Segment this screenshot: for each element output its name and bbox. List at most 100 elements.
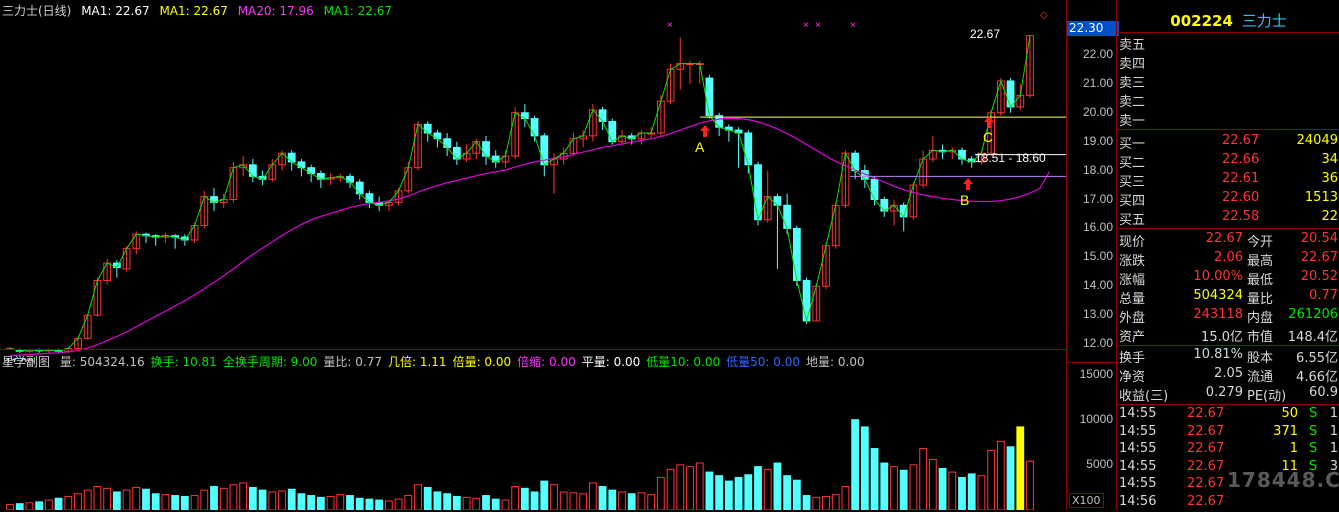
candle bbox=[365, 193, 374, 203]
tick-volume: 371 bbox=[1273, 423, 1298, 439]
volume-bar bbox=[287, 488, 296, 510]
volume-bar bbox=[219, 487, 228, 510]
volume-bar bbox=[268, 491, 277, 510]
stat-label: 总量 bbox=[1119, 292, 1146, 307]
volume-bar bbox=[637, 492, 646, 510]
peak-price-label: 22.67 bbox=[970, 27, 1000, 41]
indicator-value: 全换手周期: 9.00 bbox=[222, 355, 318, 369]
volume-bar bbox=[754, 466, 762, 510]
volume-bar bbox=[656, 476, 665, 510]
candle bbox=[598, 109, 607, 122]
tick-row: 14:55 22.67 50 S 1 bbox=[1117, 406, 1339, 424]
volume-bar bbox=[161, 494, 170, 510]
stat-value: 20.54 bbox=[1300, 231, 1338, 246]
indicator-value: 平量: 0.00 bbox=[581, 355, 641, 369]
volume-tick: 15000 bbox=[1079, 366, 1113, 381]
candle bbox=[744, 132, 753, 166]
candle bbox=[608, 120, 617, 143]
kline-chart-area[interactable]: 三力士(日线) MA1: 22.67 MA1: 22.67 MA20: 17.9… bbox=[0, 0, 1066, 510]
volume-bar bbox=[326, 495, 335, 510]
volume-chart bbox=[6, 419, 1034, 510]
candle bbox=[783, 204, 792, 229]
volume-bar bbox=[210, 486, 218, 510]
stats-divider bbox=[1117, 345, 1339, 346]
volume-bar bbox=[355, 497, 364, 510]
volume-bar bbox=[831, 494, 840, 510]
bid-volume: 22 bbox=[1321, 209, 1338, 224]
stat-row: 总量 504324 量比 0.77 bbox=[1117, 288, 1339, 307]
stock-name: 三力士 bbox=[1241, 12, 1287, 30]
bid-label: 买一 bbox=[1119, 137, 1146, 152]
price-tick: 21.00 bbox=[1082, 75, 1113, 90]
candle bbox=[287, 152, 296, 163]
up-arrow-icon bbox=[700, 125, 710, 137]
volume-bar bbox=[550, 484, 558, 510]
tick-time: 14:55 bbox=[1119, 423, 1157, 439]
volume-bar bbox=[860, 426, 869, 510]
ask-row: 卖五 bbox=[1117, 34, 1339, 53]
stat-value: 243118 bbox=[1193, 307, 1243, 322]
volume-bar bbox=[190, 495, 199, 510]
volume-bar bbox=[880, 462, 889, 510]
candle bbox=[248, 164, 257, 177]
ask-label: 卖四 bbox=[1119, 57, 1146, 72]
candle bbox=[870, 178, 879, 200]
volume-bar bbox=[890, 466, 898, 510]
volume-bar bbox=[384, 500, 393, 510]
stat-label: PE(动) bbox=[1247, 389, 1287, 404]
volume-bar bbox=[74, 493, 82, 510]
indicator-value: 低量50: 0.00 bbox=[726, 355, 801, 369]
stat-value: 10.81% bbox=[1193, 347, 1243, 362]
volume-bar bbox=[540, 480, 549, 510]
volume-bar bbox=[569, 492, 578, 510]
volume-bar bbox=[501, 499, 510, 510]
tick-side: S bbox=[1309, 406, 1318, 421]
stock-code: 002224 bbox=[1170, 12, 1233, 30]
price-axis: 22.00 21.00 20.00 19.00 18.00 17.00 16.00 15.00… bbox=[1066, 0, 1119, 510]
stat-value: 15.0亿 bbox=[1201, 330, 1243, 345]
stat-label: 收益(三) bbox=[1119, 389, 1169, 404]
volume-bar bbox=[695, 462, 704, 510]
stat-label: 净资 bbox=[1119, 370, 1146, 385]
marker-b: B bbox=[960, 192, 969, 208]
indicator-value: 倍量: 0.00 bbox=[452, 355, 512, 369]
tick-volume: 50 bbox=[1281, 406, 1298, 421]
candle bbox=[792, 227, 801, 281]
bid-price: 22.61 bbox=[1222, 171, 1260, 186]
signal-marker: × bbox=[803, 20, 809, 31]
volume-bar bbox=[443, 493, 452, 510]
volume-bar bbox=[919, 448, 928, 510]
candle bbox=[773, 196, 782, 206]
up-arrow-icon bbox=[984, 116, 994, 128]
volume-bar bbox=[394, 498, 403, 510]
bid-volume: 1513 bbox=[1304, 190, 1338, 205]
stat-row: 外盘 243118 内盘 261206 bbox=[1117, 307, 1339, 326]
volume-bar bbox=[346, 495, 354, 510]
candle bbox=[346, 175, 354, 183]
stat-label: 股本 bbox=[1247, 351, 1274, 366]
indicator-value: 量比: 0.77 bbox=[323, 355, 382, 369]
volume-bar bbox=[812, 496, 821, 510]
ask-label: 卖一 bbox=[1119, 114, 1146, 129]
stat-row: 资产 15.0亿 市值 148.4亿 bbox=[1117, 326, 1339, 345]
signal-marker: × bbox=[815, 20, 821, 31]
bid-volume: 24049 bbox=[1296, 133, 1338, 148]
tick-price: 22.67 bbox=[1187, 406, 1225, 421]
tick-side: S bbox=[1309, 423, 1318, 439]
volume-tick: 10000 bbox=[1079, 411, 1113, 426]
marker-c: C bbox=[983, 129, 993, 145]
volume-bar bbox=[423, 486, 432, 510]
bid-label: 买四 bbox=[1119, 194, 1146, 209]
volume-bar bbox=[180, 495, 189, 510]
volume-unit-label: X100 bbox=[1069, 493, 1104, 508]
stat-value: 2.05 bbox=[1214, 366, 1243, 381]
volume-bar bbox=[792, 479, 801, 510]
volume-bar bbox=[928, 458, 937, 510]
stat-row: 收益(三) 0.279 PE(动) 60.9 bbox=[1117, 385, 1339, 404]
quote-title: 002224 三力士 bbox=[1117, 10, 1339, 31]
volume-bar bbox=[112, 491, 121, 510]
stat-value: 0.279 bbox=[1205, 385, 1243, 400]
volume-bar bbox=[462, 496, 471, 510]
volume-bar bbox=[977, 475, 986, 510]
stat-label: 内盘 bbox=[1247, 311, 1274, 326]
